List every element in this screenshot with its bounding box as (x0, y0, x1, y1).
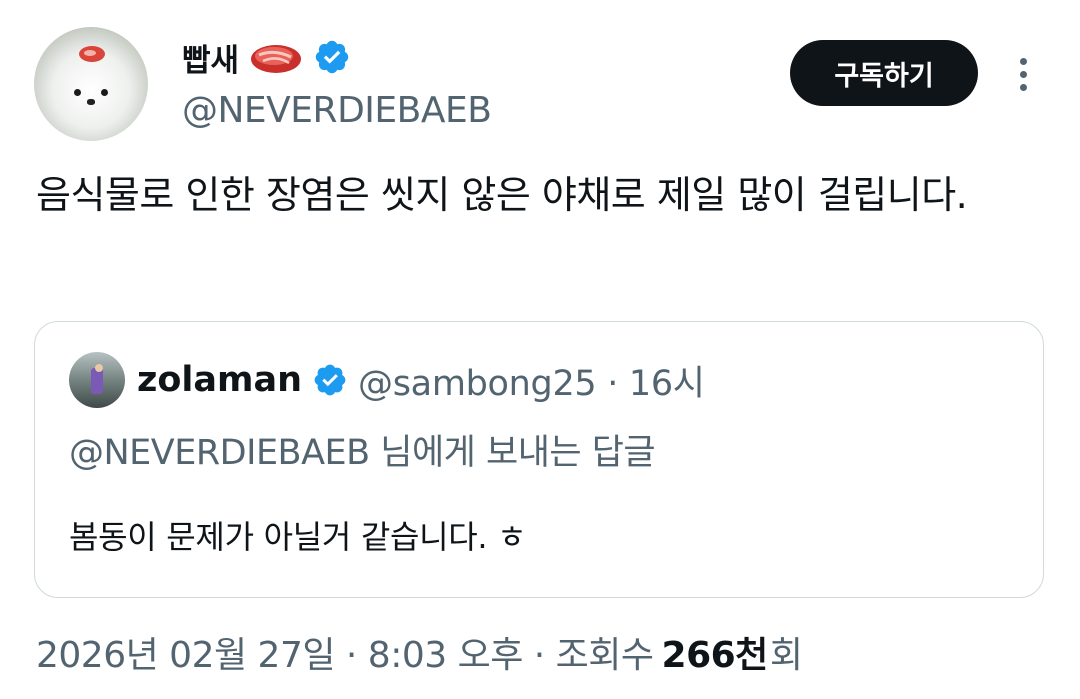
quoted-tweet-card[interactable]: zolaman @sambong25 · 16시 @NEVERDIEBAEB 님… (34, 321, 1044, 598)
quoted-author-avatar[interactable] (69, 352, 125, 408)
tweet-text: 음식물로 인한 장염은 씻지 않은 야채로 제일 많이 걸립니다. (36, 173, 968, 217)
avatar-beak (87, 99, 95, 105)
quoted-header: zolaman @sambong25 · 16시 (137, 354, 705, 406)
verified-badge-icon (314, 364, 346, 396)
author-display-name[interactable]: 빱새 (182, 35, 239, 80)
quoted-reply-to[interactable]: @NEVERDIEBAEB 님에게 보내는 답글 (69, 424, 656, 475)
avatar-figure (91, 368, 103, 394)
quoted-display-name[interactable]: zolaman (137, 360, 302, 400)
tweet-footer: 2026년 02월 27일 · 8:03 오후 · 조회수 266천 회 (36, 626, 803, 678)
author-name-row: 빱새 (182, 35, 351, 79)
author-avatar[interactable] (34, 27, 148, 141)
quoted-text: 봄동이 문제가 아닐거 같습니다. ㅎ (69, 518, 527, 556)
subscribe-button[interactable]: 구독하기 (790, 40, 978, 106)
avatar-eye (74, 89, 81, 96)
avatar-eye (101, 89, 108, 96)
verified-badge-icon (315, 40, 349, 74)
views-unit: 회 (769, 635, 803, 676)
avatar-figure-head (95, 364, 103, 372)
author-handle[interactable]: @NEVERDIEBAEB (182, 90, 492, 131)
meat-emoji-icon (251, 45, 302, 73)
meat-hat-icon (79, 46, 105, 62)
more-vertical-icon[interactable] (1012, 52, 1036, 96)
tweet-timestamp[interactable]: 2026년 02월 27일 · 8:03 오후 · 조회수 (36, 626, 654, 678)
quoted-handle-time[interactable]: @sambong25 · 16시 (358, 355, 705, 406)
views-count: 266천 (661, 635, 769, 676)
